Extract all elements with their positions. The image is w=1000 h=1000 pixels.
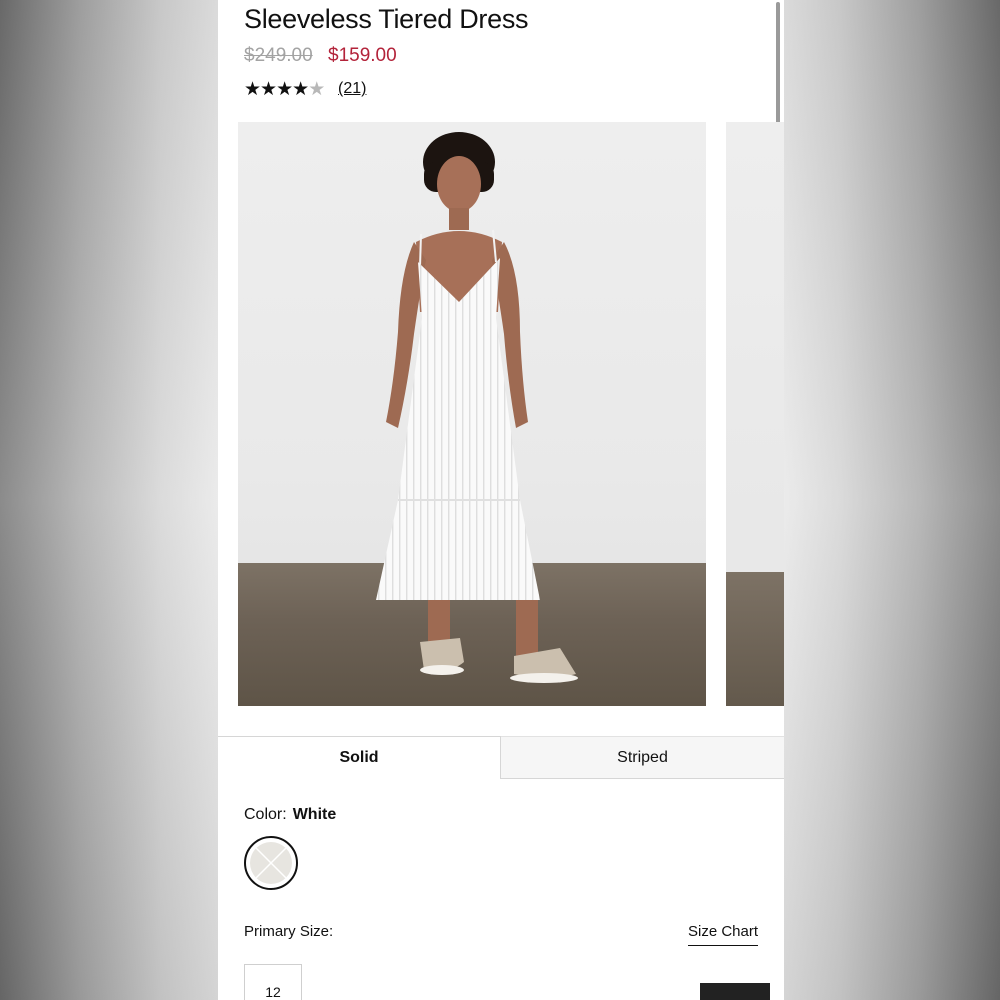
half-star-icon: ★ bbox=[308, 79, 325, 100]
star-icon: ★ bbox=[260, 79, 277, 100]
star-icon: ★ bbox=[276, 79, 293, 100]
tab-striped[interactable]: Striped bbox=[501, 736, 784, 779]
model-figure bbox=[376, 132, 578, 683]
swatch-fabric bbox=[250, 842, 292, 884]
star-icon: ★ bbox=[292, 79, 309, 100]
tab-solid[interactable]: Solid bbox=[218, 736, 501, 779]
color-swatch-white[interactable] bbox=[244, 836, 298, 890]
next-product-image-peek[interactable] bbox=[726, 122, 784, 706]
product-title: Sleeveless Tiered Dress bbox=[244, 4, 529, 34]
image-floor bbox=[726, 572, 784, 706]
original-price: $249.00 bbox=[244, 45, 313, 66]
size-option-12[interactable]: 12 bbox=[244, 964, 302, 1000]
review-count-link[interactable]: (21) bbox=[338, 80, 366, 98]
size-chart-link[interactable]: Size Chart bbox=[688, 923, 759, 946]
color-selector-label: Color: White bbox=[244, 806, 336, 824]
primary-size-label: Primary Size: bbox=[244, 923, 334, 940]
product-image[interactable] bbox=[238, 122, 706, 706]
color-label: Color: bbox=[244, 806, 287, 823]
rating-stars[interactable]: ★★★★★ bbox=[244, 79, 325, 101]
background-right bbox=[784, 0, 1000, 1000]
swatch-fabric-icon bbox=[255, 847, 287, 879]
sale-price: $159.00 bbox=[328, 45, 397, 66]
color-value: White bbox=[292, 806, 337, 823]
dark-action-button[interactable] bbox=[700, 983, 770, 1000]
background-left bbox=[0, 0, 218, 1000]
star-icon: ★ bbox=[244, 79, 261, 100]
product-page: Sleeveless Tiered Dress $249.00 $159.00 … bbox=[218, 0, 784, 1000]
